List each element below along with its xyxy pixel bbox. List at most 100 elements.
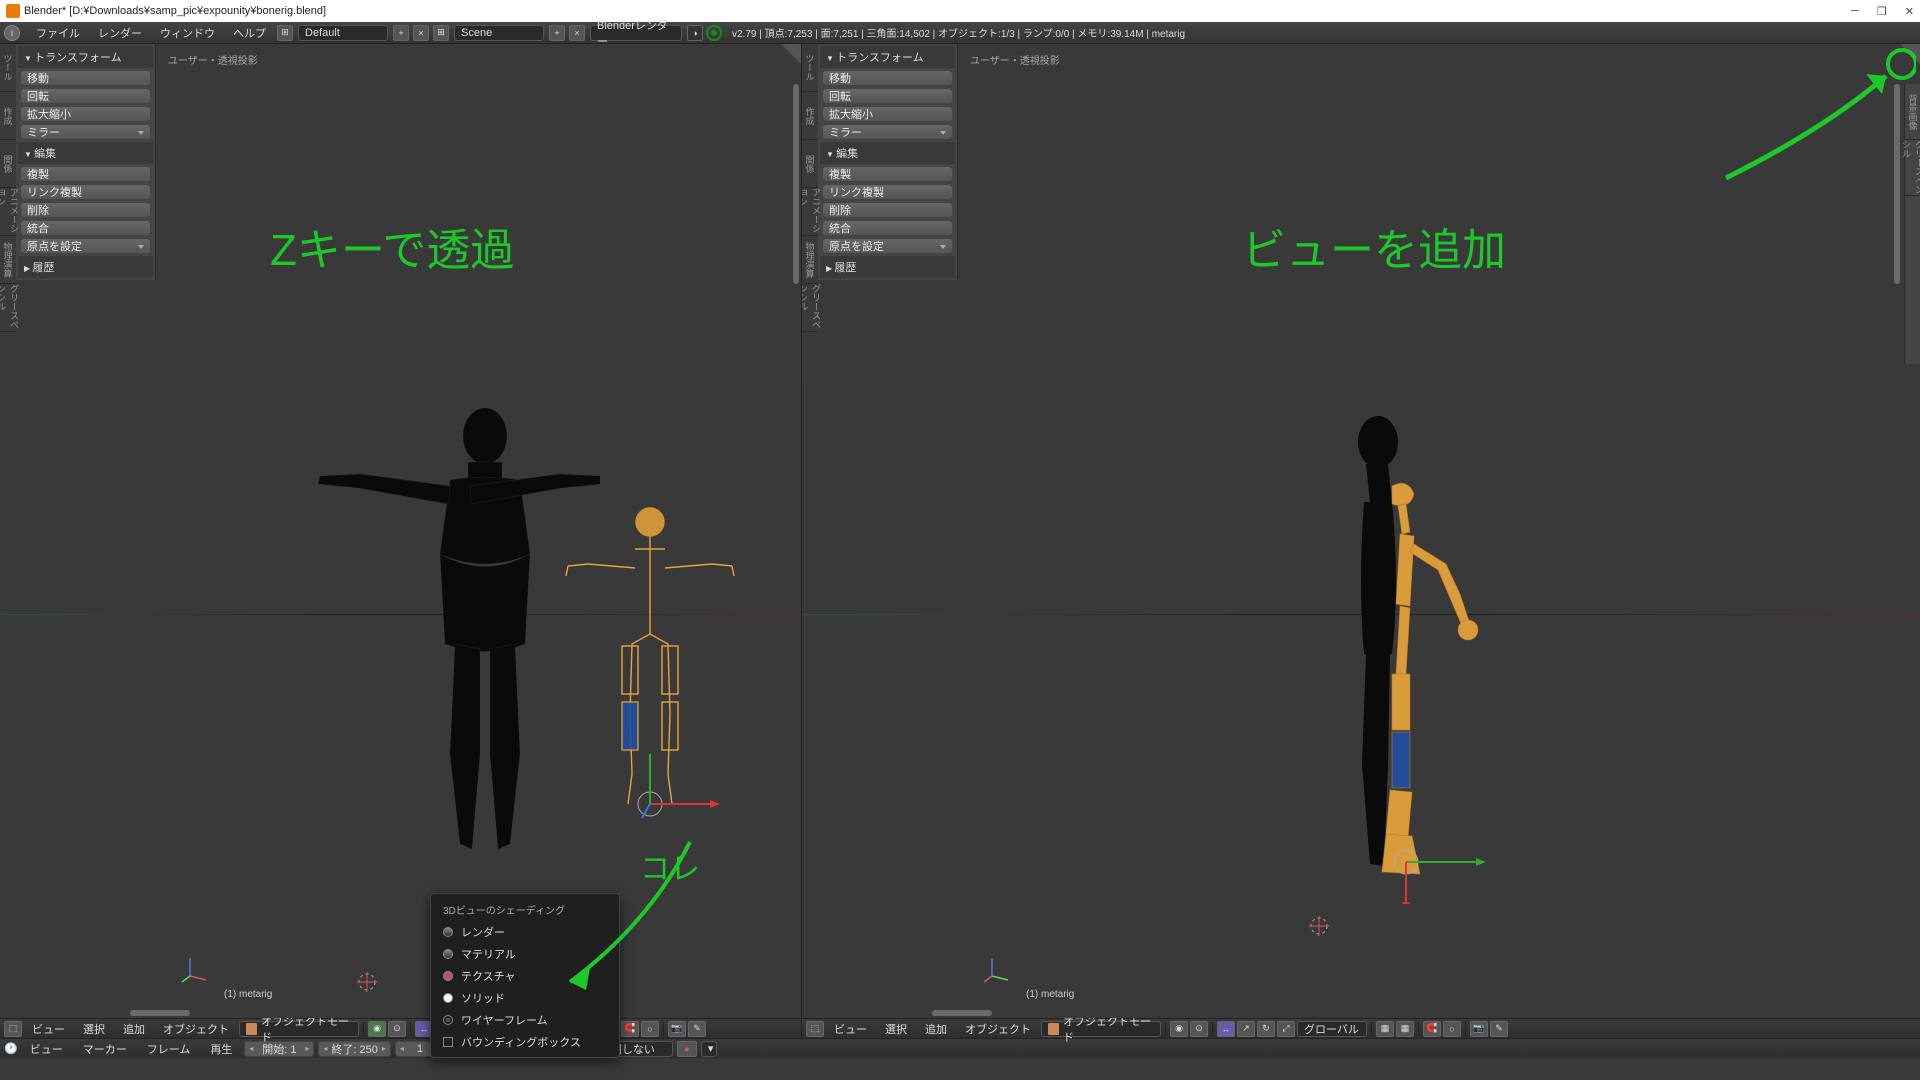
editor-type-icon[interactable]: ⬚ — [806, 1021, 824, 1037]
menu-help[interactable]: ヘルプ — [225, 23, 274, 43]
add-menu[interactable]: 追加 — [917, 1019, 955, 1039]
minimize-button[interactable]: ─ — [1851, 5, 1859, 18]
set-origin-button[interactable]: 原点を設定 — [20, 238, 151, 254]
layers-button[interactable]: ▦ — [1376, 1021, 1394, 1037]
scene-browse-icon[interactable]: ⊞ — [433, 25, 449, 41]
delete-button[interactable]: 削除 — [822, 202, 953, 218]
move-button[interactable]: 移動 — [822, 70, 953, 86]
layout-delete-button[interactable]: × — [413, 25, 429, 41]
timeline-playback-menu[interactable]: 再生 — [202, 1039, 240, 1059]
scene-dropdown[interactable]: Scene — [454, 25, 544, 41]
toolshelf-tab[interactable]: 作成 — [802, 92, 818, 140]
edit-panel-header[interactable]: 編集 — [820, 142, 955, 164]
toolshelf-tab[interactable]: グリースペンシル — [802, 284, 818, 332]
maximize-button[interactable]: ❐ — [1877, 5, 1887, 18]
timeline-view-menu[interactable]: ビュー — [22, 1039, 71, 1059]
edit-panel-header[interactable]: 編集 — [18, 142, 153, 164]
duplicate-button[interactable]: 複製 — [822, 166, 953, 182]
transform-panel-header[interactable]: トランスフォーム — [18, 46, 153, 68]
layout-dropdown[interactable]: Default — [298, 25, 388, 41]
delete-button[interactable]: 削除 — [20, 202, 151, 218]
autokey-button[interactable]: ● — [677, 1041, 697, 1057]
material-icon — [443, 949, 453, 959]
select-menu[interactable]: 選択 — [877, 1019, 915, 1039]
pivot-point-button[interactable]: ⊙ — [1190, 1021, 1208, 1037]
history-panel-header[interactable]: 履歴 — [820, 256, 955, 278]
scene-add-button[interactable]: + — [549, 25, 565, 41]
shading-mode-button[interactable]: ◉ — [368, 1021, 386, 1037]
proportional-edit-button[interactable]: ○ — [1443, 1021, 1461, 1037]
gpencil-button[interactable]: ✎ — [1490, 1021, 1508, 1037]
horizontal-scrollbar[interactable] — [130, 1010, 190, 1016]
manipulator-toggle[interactable]: ↔ — [1217, 1021, 1235, 1037]
add-menu[interactable]: 追加 — [115, 1019, 153, 1039]
orientation-dropdown[interactable]: グローバル — [1297, 1021, 1367, 1037]
close-button[interactable]: ✕ — [1905, 5, 1914, 18]
mirror-button[interactable]: ミラー — [20, 124, 151, 140]
keying-set-dropdown[interactable]: ▾ — [701, 1041, 717, 1057]
rotate-button[interactable]: 回転 — [822, 88, 953, 104]
scene-delete-button[interactable]: × — [569, 25, 585, 41]
left-3d-viewport[interactable]: ユーザー・透視投影 ツール 作成 関係 アニメーション 物理演算 グリースペンシ… — [0, 44, 801, 1018]
menu-file[interactable]: ファイル — [28, 23, 88, 43]
scale-button[interactable]: 拡大縮小 — [20, 106, 151, 122]
gpencil-button[interactable]: ✎ — [688, 1021, 706, 1037]
toolshelf-tab[interactable]: アニメーション — [802, 188, 818, 236]
manipulator-rotate[interactable]: ↻ — [1257, 1021, 1275, 1037]
manipulator-scale[interactable]: ⤢ — [1277, 1021, 1295, 1037]
vertical-scrollbar[interactable] — [793, 84, 799, 284]
editor-type-icon[interactable]: 🕐 — [4, 1042, 18, 1055]
layers-button[interactable]: ▦ — [1396, 1021, 1414, 1037]
object-menu[interactable]: オブジェクト — [957, 1019, 1039, 1039]
select-menu[interactable]: 選択 — [75, 1019, 113, 1039]
toolshelf-tab[interactable]: 物理演算 — [0, 236, 16, 284]
toolshelf-tab[interactable]: ツール — [802, 44, 818, 92]
horizontal-scrollbar[interactable] — [932, 1010, 992, 1016]
render-engine-dropdown[interactable]: Blenderレンダー — [590, 25, 682, 41]
snap-button[interactable]: 🧲 — [1423, 1021, 1441, 1037]
shading-mode-button[interactable]: ◉ — [1170, 1021, 1188, 1037]
mode-dropdown[interactable]: オブジェクトモード — [1041, 1021, 1161, 1037]
scale-button[interactable]: 拡大縮小 — [822, 106, 953, 122]
menu-window[interactable]: ウィンドウ — [152, 23, 223, 43]
duplicate-button[interactable]: 複製 — [20, 166, 151, 182]
object-menu[interactable]: オブジェクト — [155, 1019, 237, 1039]
timeline-frame-menu[interactable]: フレーム — [139, 1039, 199, 1059]
render-border-button[interactable]: 📷 — [668, 1021, 686, 1037]
transform-panel-header[interactable]: トランスフォーム — [820, 46, 955, 68]
view-menu[interactable]: ビュー — [24, 1019, 73, 1039]
join-button[interactable]: 統合 — [20, 220, 151, 236]
menu-render[interactable]: レンダー — [90, 23, 150, 43]
toolshelf-tab[interactable]: 作成 — [0, 92, 16, 140]
screen-browse-icon[interactable]: ⊞ — [277, 25, 293, 41]
rotate-button[interactable]: 回転 — [20, 88, 151, 104]
toolshelf-tab[interactable]: ツール — [0, 44, 16, 92]
join-button[interactable]: 統合 — [822, 220, 953, 236]
toolshelf-tab[interactable]: 関係 — [0, 140, 16, 188]
editor-type-icon[interactable]: ⬚ — [4, 1021, 22, 1037]
history-panel-header[interactable]: 履歴 — [18, 256, 153, 278]
render-border-button[interactable]: 📷 — [1470, 1021, 1488, 1037]
proportional-edit-button[interactable]: ○ — [641, 1021, 659, 1037]
mode-dropdown[interactable]: オブジェクトモード — [239, 1021, 359, 1037]
duplicate-linked-button[interactable]: リンク複製 — [822, 184, 953, 200]
set-origin-button[interactable]: 原点を設定 — [822, 238, 953, 254]
manipulator-translate[interactable]: ↗ — [1237, 1021, 1255, 1037]
view-menu[interactable]: ビュー — [826, 1019, 875, 1039]
toolshelf-tab[interactable]: 物理演算 — [802, 236, 818, 284]
shading-option-wireframe[interactable]: ワイヤーフレーム — [431, 1009, 619, 1031]
move-button[interactable]: 移動 — [20, 70, 151, 86]
mirror-button[interactable]: ミラー — [822, 124, 953, 140]
editor-type-icon[interactable]: i — [4, 25, 20, 41]
timeline-marker-menu[interactable]: マーカー — [75, 1039, 135, 1059]
toolshelf-tab[interactable]: グリースペンシル — [0, 284, 16, 332]
snap-button[interactable]: 🧲 — [621, 1021, 639, 1037]
toolshelf-tab[interactable]: アニメーション — [0, 188, 16, 236]
toolshelf-tab[interactable]: 関係 — [802, 140, 818, 188]
shading-option-boundbox[interactable]: バウンディングボックス — [431, 1031, 619, 1053]
pivot-point-button[interactable]: ⊙ — [388, 1021, 406, 1037]
area-split-corner[interactable] — [781, 44, 801, 64]
duplicate-linked-button[interactable]: リンク複製 — [20, 184, 151, 200]
layout-add-button[interactable]: + — [393, 25, 409, 41]
right-3d-viewport[interactable]: ユーザー・透視投影 ツール 作成 関係 アニメーション 物理演算 グリースペンシ… — [802, 44, 1920, 1018]
